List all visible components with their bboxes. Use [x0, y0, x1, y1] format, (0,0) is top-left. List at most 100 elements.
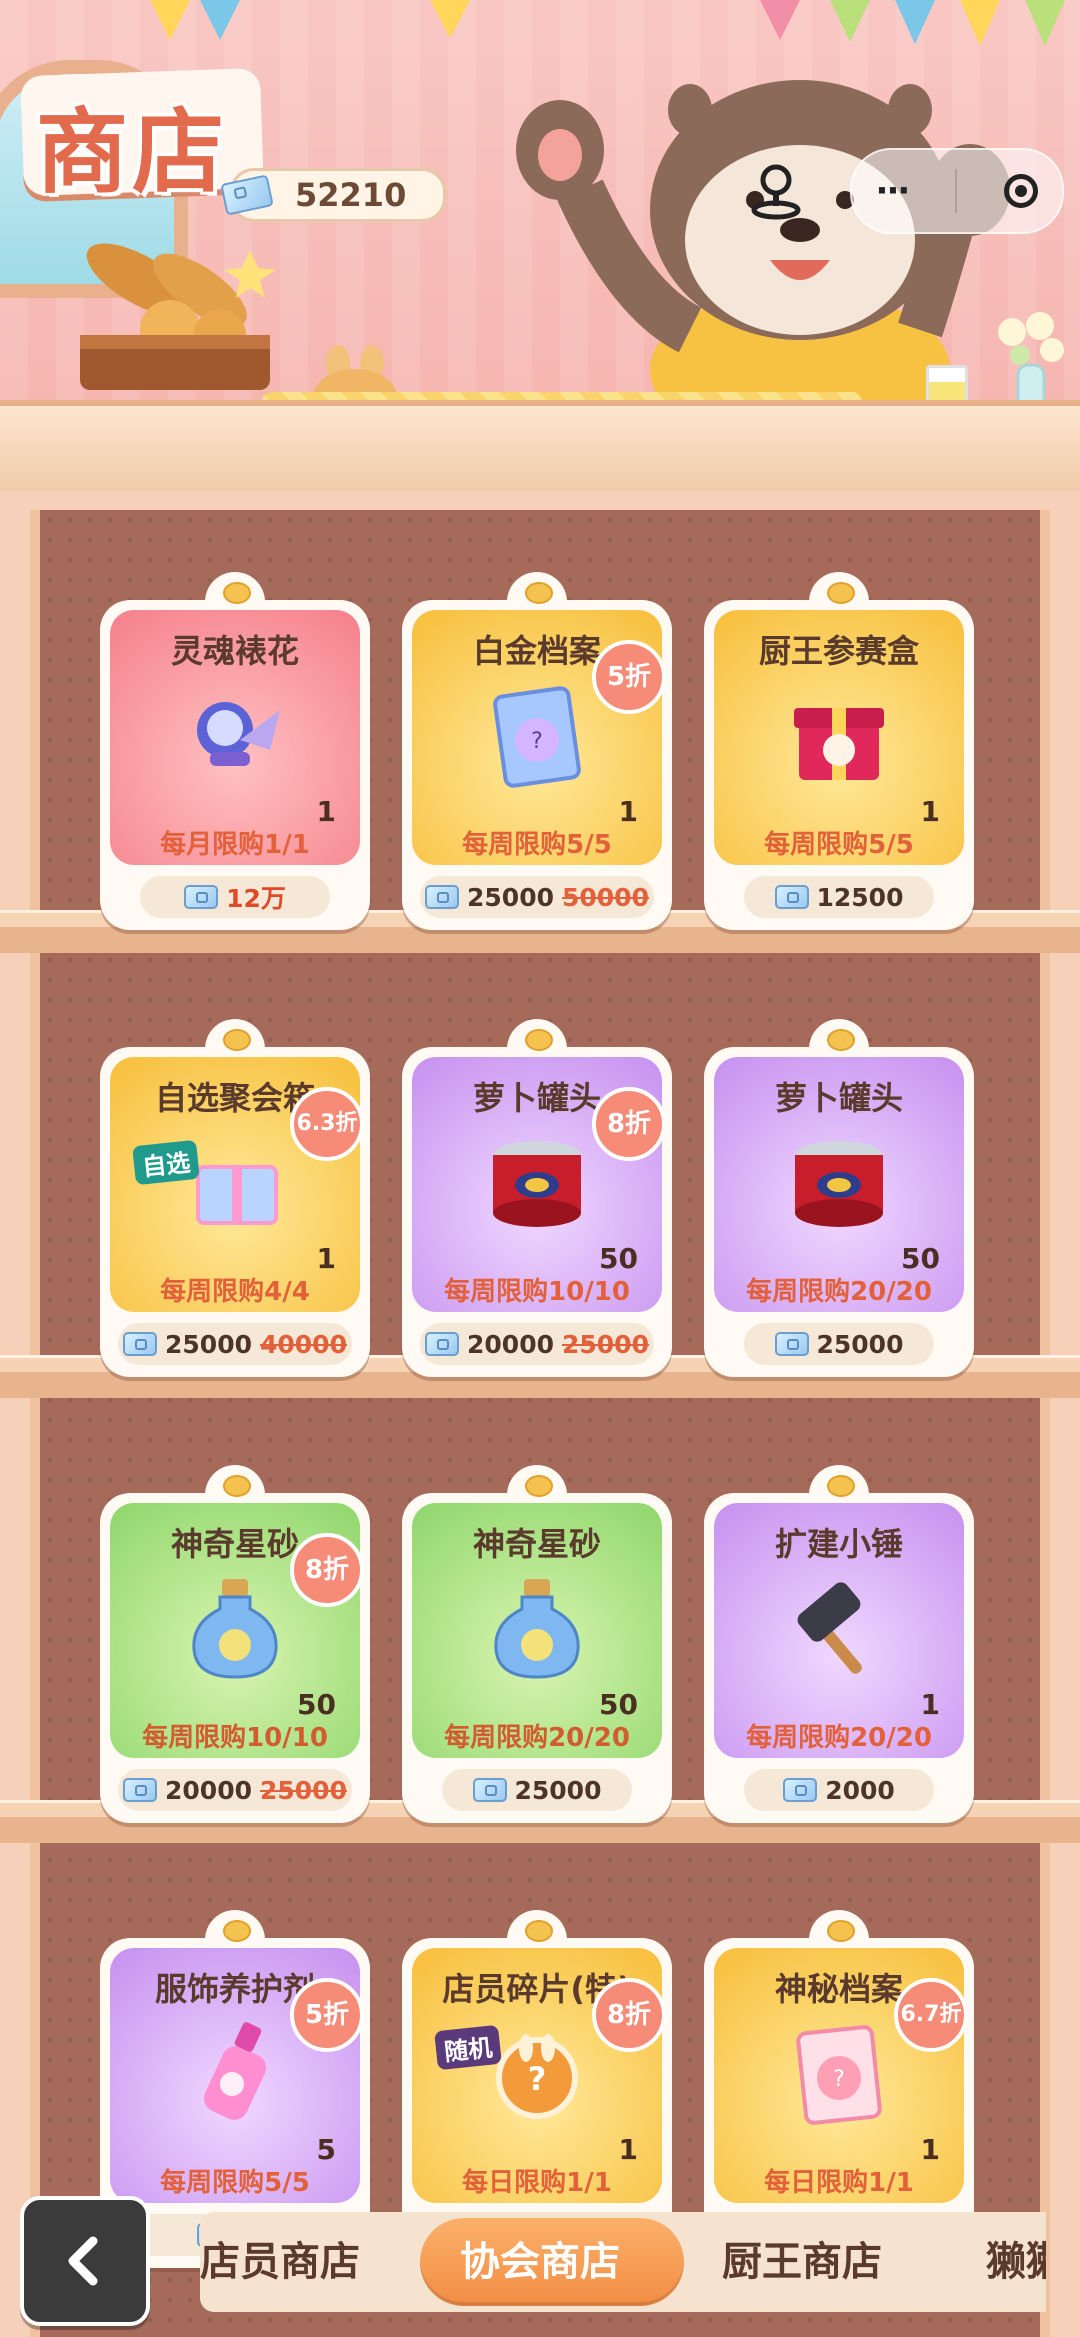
purchase-limit: 每周限购5/5 — [462, 830, 612, 860]
ticket-icon — [774, 1332, 809, 1356]
platinum-file-icon: ? — [493, 686, 581, 788]
care-lotion-bottle-icon — [203, 2022, 267, 2120]
item-name: 厨王参赛盒 — [758, 632, 919, 670]
hammer-icon — [797, 1582, 862, 1674]
miniprogram-capsule: ··· — [850, 148, 1064, 234]
star-sand-bottle-icon — [192, 1579, 278, 1679]
original-price: 25000 — [260, 1775, 347, 1805]
svg-text:?: ? — [833, 2067, 845, 2092]
shop-item-card[interactable]: 神奇星砂 50 每周限购10/10 8折 20000 25000 — [100, 1465, 370, 1823]
purchase-limit: 每周限购10/10 — [142, 1723, 328, 1753]
item-name: 灵魂裱花 — [170, 632, 299, 670]
price-pill: 25000 — [744, 1323, 934, 1365]
shop-tab-bar: 店员商店 协会商店 厨王商店 獭獭 — [200, 2212, 1046, 2312]
ticket-icon — [472, 1778, 507, 1802]
ticket-icon — [425, 885, 460, 909]
price-pill: 25000 50000 — [420, 876, 654, 918]
purchase-limit: 每周限购5/5 — [160, 2168, 310, 2198]
item-name: 神奇星砂 — [472, 1525, 601, 1563]
discount-badge: 6.3折 — [290, 1087, 364, 1161]
currency-balance: 52210 — [220, 168, 446, 222]
more-menu-button[interactable]: ··· — [876, 171, 911, 211]
capsule-divider — [955, 169, 958, 213]
mystery-file-icon: ? — [796, 2025, 882, 2125]
card-body: 厨王参赛盒 1 每周限购5/5 — [714, 610, 964, 865]
purchase-limit: 每周限购10/10 — [444, 1277, 630, 1307]
card-body: 灵魂裱花 1 每月限购1/1 — [110, 610, 360, 865]
currency-amount: 52210 — [295, 176, 407, 214]
arrow-left-icon — [68, 2236, 98, 2286]
price-pill: 20000 25000 — [118, 1769, 352, 1811]
original-price: 25000 — [562, 1329, 649, 1359]
carrot-can-icon — [493, 1141, 581, 1227]
item-price: 25000 — [514, 1775, 602, 1805]
tab-staff-shop[interactable]: 店员商店 — [200, 2212, 360, 2312]
tab-association-shop[interactable]: 协会商店 — [460, 2212, 620, 2312]
purchase-limit: 每周限购5/5 — [764, 830, 914, 860]
bread-basket-decoration — [80, 243, 276, 390]
item-name: 扩建小锤 — [774, 1525, 903, 1563]
original-price: 50000 — [562, 882, 649, 912]
card-body: 扩建小锤 1 每周限购20/20 — [714, 1503, 964, 1758]
tab-chef-king-shop[interactable]: 厨王商店 — [722, 2212, 882, 2312]
shop-item-card[interactable]: 灵魂裱花 1 每月限购1/1 12万 — [100, 572, 370, 930]
item-price: 2000 — [825, 1775, 895, 1805]
purchase-limit: 每周限购20/20 — [746, 1277, 932, 1307]
ticket-icon — [123, 1332, 158, 1356]
purchase-limit: 每日限购1/1 — [462, 2168, 612, 2198]
price-pill: 25000 40000 — [118, 1323, 352, 1365]
price-pill: 20000 25000 — [420, 1323, 654, 1365]
discount-badge: 5折 — [290, 1978, 364, 2052]
item-price: 20000 — [467, 1329, 554, 1359]
shop-item-card[interactable]: 神奇星砂 50 每周限购20/20 25000 — [402, 1465, 672, 1823]
shop-item-card[interactable]: 白金档案 ? 1 每周限购5/5 5折 25000 50000 — [402, 572, 672, 930]
purchase-limit: 每周限购20/20 — [444, 1723, 630, 1753]
item-price: 20000 — [165, 1775, 252, 1805]
star-sand-bottle-icon — [494, 1579, 580, 1679]
discount-badge: 8折 — [592, 1978, 666, 2052]
purchase-limit: 每日限购1/1 — [764, 2168, 914, 2198]
item-price: 25000 — [467, 882, 554, 912]
shop-item-card[interactable]: 萝卜罐头 50 每周限购10/10 8折 20000 25000 — [402, 1019, 672, 1377]
discount-badge: 8折 — [290, 1533, 364, 1607]
discount-badge: 5折 — [592, 640, 666, 714]
shop-item-card[interactable]: 厨王参赛盒 1 每周限购5/5 12500 — [704, 572, 974, 930]
item-price: 25000 — [165, 1329, 252, 1359]
purchase-limit: 每周限购20/20 — [746, 1723, 932, 1753]
random-tag: 随机 — [434, 2024, 502, 2071]
ticket-icon — [184, 885, 219, 909]
back-button[interactable] — [20, 2196, 150, 2326]
discount-badge: 8折 — [592, 1087, 666, 1161]
self-select-tag: 自选 — [132, 1139, 200, 1186]
purchase-limit: 每周限购4/4 — [160, 1277, 310, 1307]
pin-icon[interactable] — [745, 160, 807, 222]
svg-text:?: ? — [528, 2060, 547, 2098]
price-pill: 12500 — [744, 876, 934, 918]
shop-header: 商店 52210 ··· — [0, 0, 1080, 490]
ticket-icon — [123, 1778, 158, 1802]
page-title: 商店 — [36, 99, 229, 206]
svg-text:?: ? — [531, 729, 543, 754]
close-miniprogram-icon[interactable] — [1004, 174, 1039, 208]
item-shelf[interactable]: 灵魂裱花 1 每月限购1/1 12万 白金档案 ? 1 每周限购5/5 5折 2… — [0, 510, 1080, 2337]
party-box-icon — [196, 1165, 278, 1225]
price-pill: 12万 — [140, 876, 330, 918]
card-body: 萝卜罐头 50 每周限购20/20 — [714, 1057, 964, 1312]
item-price: 25000 — [816, 1329, 904, 1359]
shop-item-card[interactable]: 萝卜罐头 50 每周限购20/20 25000 — [704, 1019, 974, 1377]
tab-otter-shop[interactable]: 獭獭 — [986, 2212, 1046, 2312]
price-pill: 2000 — [744, 1769, 934, 1811]
ticket-icon — [783, 1778, 818, 1802]
shop-counter — [0, 400, 1080, 490]
gift-box-icon — [794, 708, 884, 780]
shop-item-card[interactable]: 自选聚会箱 自选 1 每周限购4/4 6.3折 25000 40000 — [100, 1019, 370, 1377]
card-body: 神奇星砂 50 每周限购20/20 — [412, 1503, 662, 1758]
item-price: 12万 — [226, 884, 286, 913]
price-pill: 25000 — [442, 1769, 632, 1811]
carrot-can-icon — [795, 1141, 883, 1227]
ticket-icon — [774, 885, 809, 909]
item-name: 萝卜罐头 — [774, 1079, 903, 1117]
purchase-limit: 每月限购1/1 — [160, 830, 310, 860]
original-price: 40000 — [260, 1329, 347, 1359]
shop-item-card[interactable]: 扩建小锤 1 每周限购20/20 2000 — [704, 1465, 974, 1823]
